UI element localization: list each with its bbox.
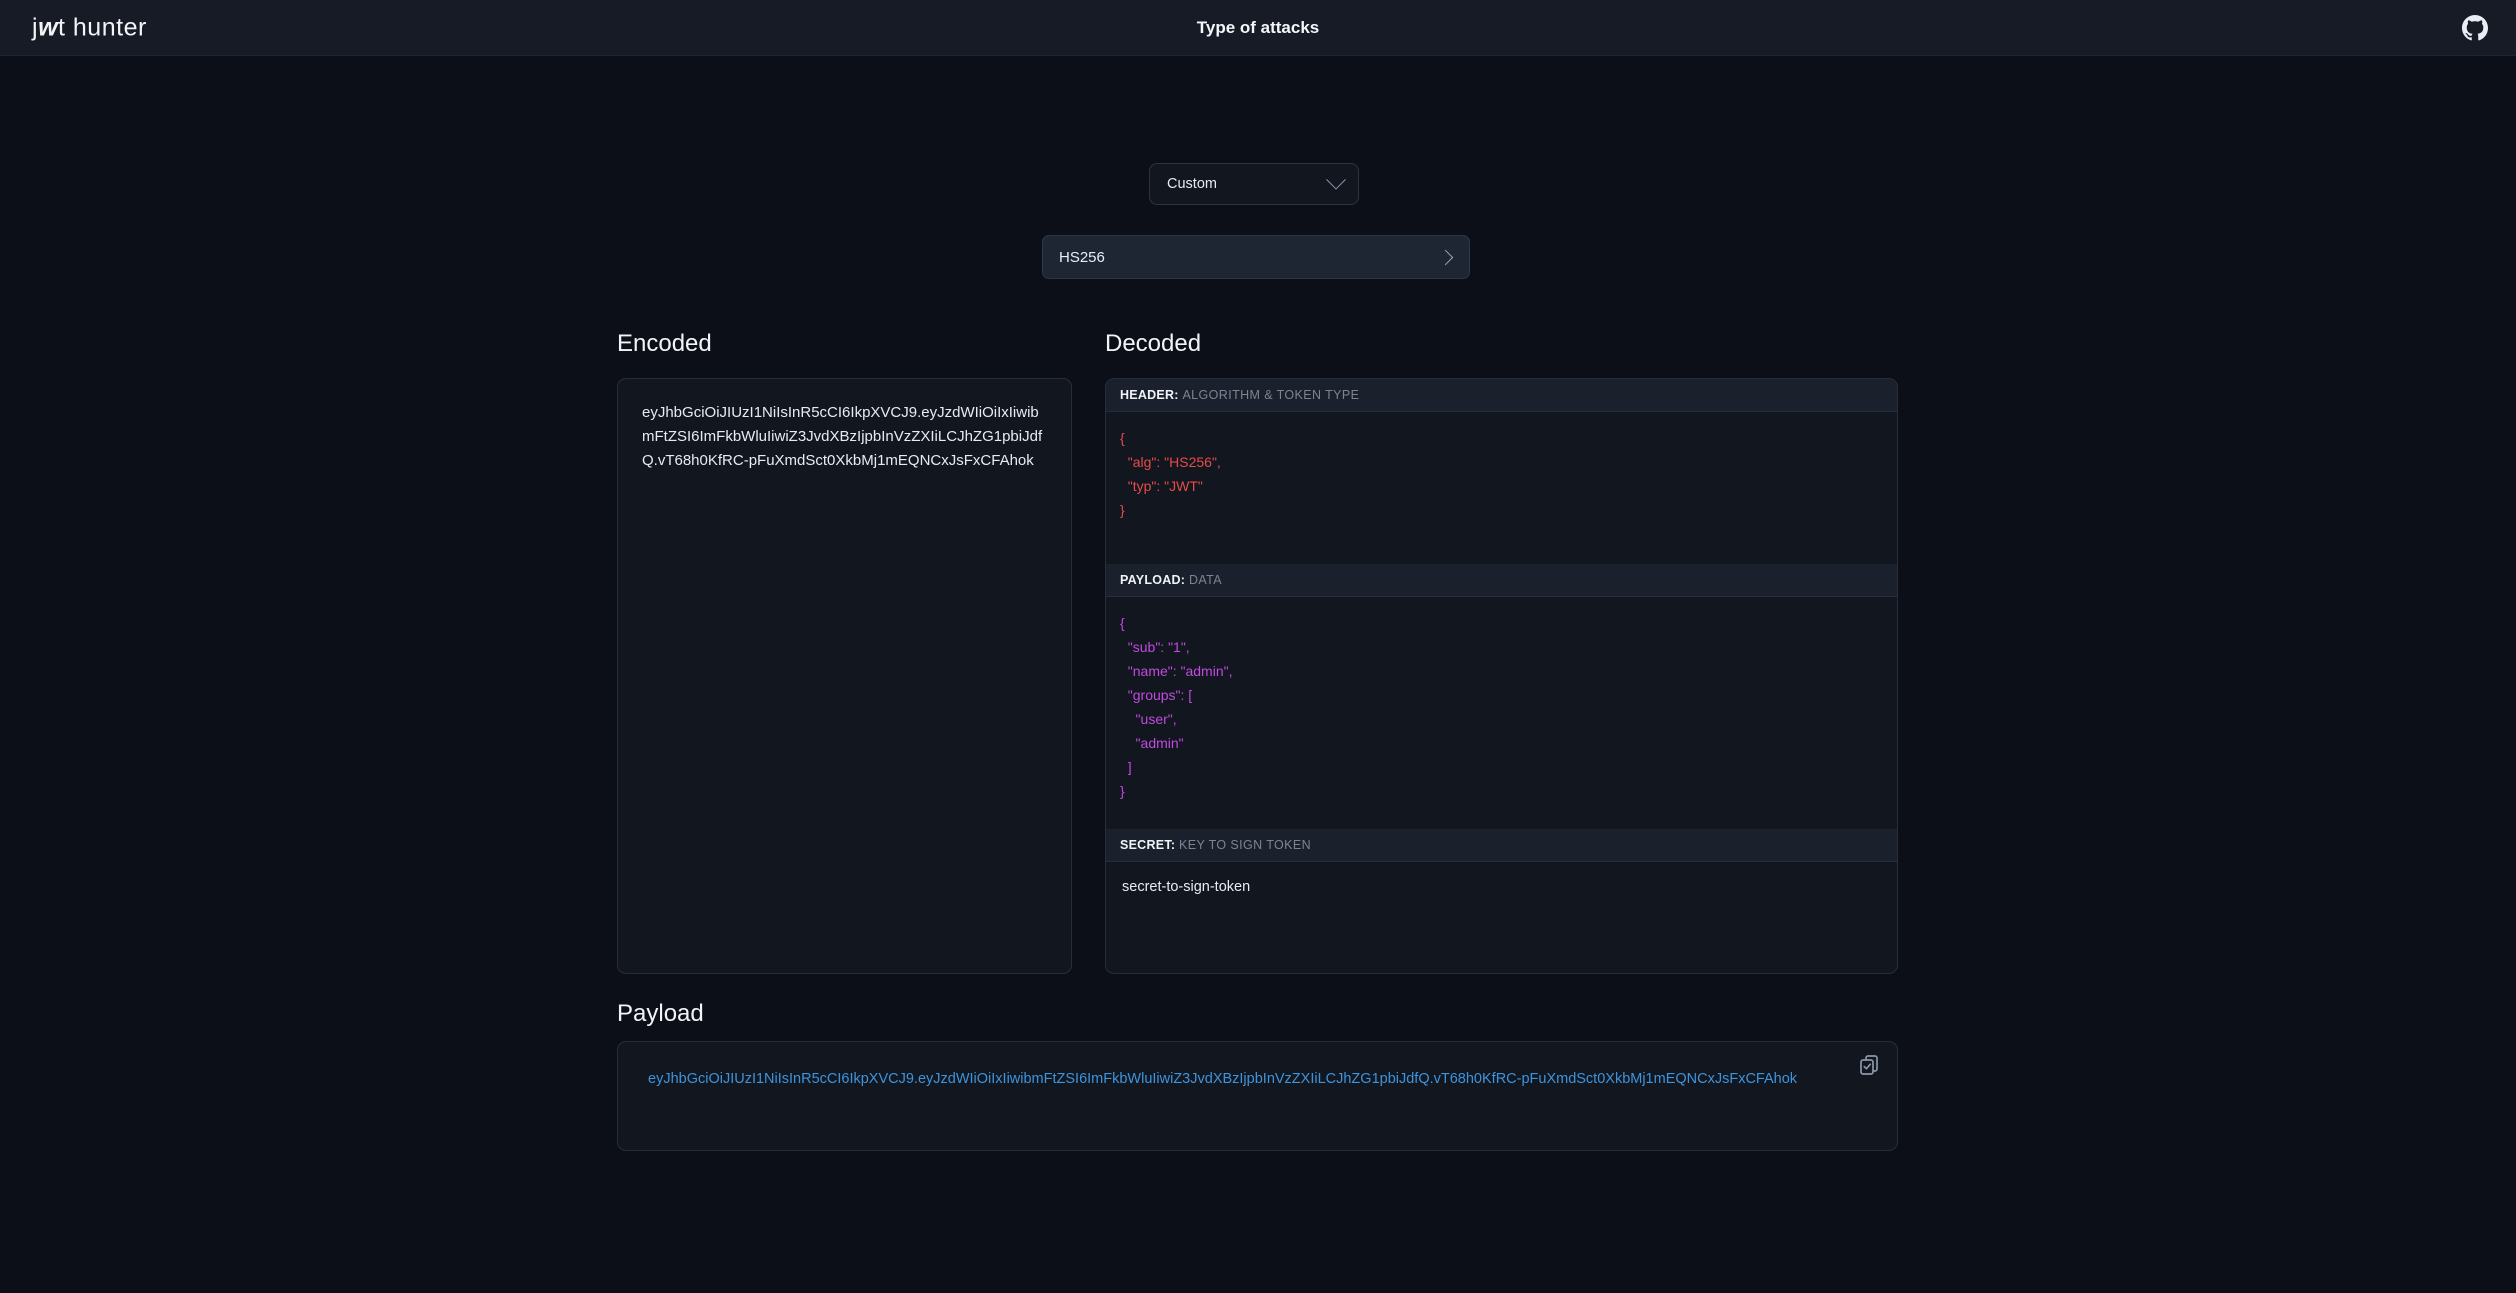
page-title: Type of attacks: [1196, 17, 1320, 37]
decoded-heading: Decoded: [1105, 330, 1202, 357]
payload-output-heading: Payload: [617, 1000, 704, 1027]
decoded-payload-json[interactable]: { "sub": "1", "name": "admin", "groups":…: [1106, 597, 1897, 829]
decoded-secret-label: SECRET: KEY TO SIGN TOKEN: [1106, 829, 1897, 862]
app-logo[interactable]: jwt hunter: [32, 13, 147, 42]
github-icon[interactable]: [2462, 14, 2488, 41]
decoded-panel: HEADER: ALGORITHM & TOKEN TYPE { "alg": …: [1105, 378, 1898, 974]
brand-italic: w: [38, 13, 59, 41]
chevron-down-icon: [1326, 169, 1346, 190]
decoded-header-label: HEADER: ALGORITHM & TOKEN TYPE: [1106, 379, 1897, 412]
brand-suffix: t hunter: [58, 13, 147, 41]
attack-mode-select-control[interactable]: Custom: [1149, 163, 1359, 205]
attack-accordion-label: HS256: [1059, 248, 1105, 266]
top-bar: jwt hunter Type of attacks: [0, 0, 2516, 56]
chevron-right-icon: [1437, 249, 1454, 265]
main-content: Custom HS256 Encoded eyJhbGciOiJIUzI1NiI…: [0, 56, 2516, 1293]
attack-mode-select-value: Custom: [1167, 176, 1217, 192]
payload-output-panel: eyJhbGciOiJIUzI1NiIsInR5cCI6IkpXVCJ9.eyJ…: [617, 1041, 1898, 1151]
payload-output-token[interactable]: eyJhbGciOiJIUzI1NiIsInR5cCI6IkpXVCJ9.eyJ…: [648, 1067, 1867, 1091]
attack-mode-select[interactable]: Custom: [1149, 163, 1359, 205]
encoded-heading: Encoded: [617, 330, 712, 357]
decoded-payload-label-text: PAYLOAD:: [1120, 573, 1186, 587]
decoded-header-sublabel: ALGORITHM & TOKEN TYPE: [1182, 388, 1360, 402]
decoded-header-json[interactable]: { "alg": "HS256", "typ": "JWT" }: [1106, 412, 1897, 564]
decoded-header-label-text: HEADER:: [1120, 388, 1179, 402]
attack-accordion-hs256[interactable]: HS256: [1042, 235, 1470, 279]
decoded-secret-input[interactable]: secret-to-sign-token: [1106, 862, 1897, 912]
decoded-payload-sublabel: DATA: [1188, 573, 1223, 587]
copy-icon[interactable]: [1858, 1053, 1882, 1077]
decoded-payload-label: PAYLOAD: DATA: [1106, 564, 1897, 597]
decoded-secret-sublabel: KEY TO SIGN TOKEN: [1178, 838, 1312, 852]
encoded-token-input[interactable]: eyJhbGciOiJIUzI1NiIsInR5cCI6IkpXVCJ9.eyJ…: [617, 378, 1072, 974]
decoded-secret-label-text: SECRET:: [1120, 838, 1176, 852]
